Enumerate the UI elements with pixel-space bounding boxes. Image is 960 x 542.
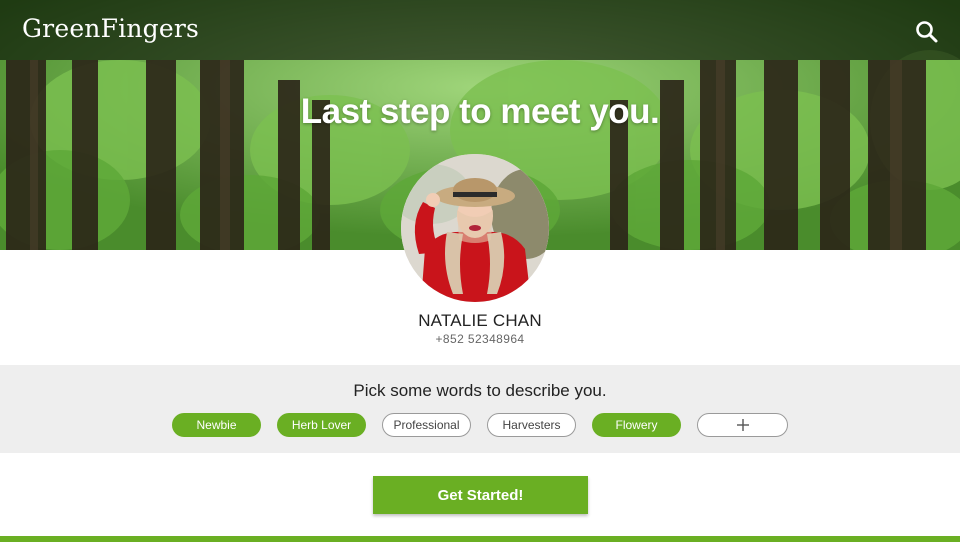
tags-prompt: Pick some words to describe you.: [353, 381, 607, 400]
top-navigation-bar: GreenFingers: [0, 0, 960, 60]
tag-newbie[interactable]: Newbie: [172, 413, 261, 437]
tags-panel: Pick some words to describe you. Newbie …: [0, 365, 960, 453]
plus-icon: [736, 419, 749, 431]
profile-name: NATALIE CHAN: [418, 311, 542, 330]
tag-herb-lover[interactable]: Herb Lover: [277, 413, 366, 437]
tag-flowery[interactable]: Flowery: [592, 413, 681, 437]
add-tag-button[interactable]: [697, 413, 788, 437]
app-logo[interactable]: GreenFingers: [22, 14, 199, 43]
avatar[interactable]: [401, 154, 549, 302]
tags-list: Newbie Herb Lover Professional Harvester…: [172, 413, 792, 439]
search-icon[interactable]: [914, 19, 940, 45]
get-started-button[interactable]: Get Started!: [373, 476, 588, 514]
tag-harvesters[interactable]: Harvesters: [487, 413, 576, 437]
page-title: Last step to meet you.: [300, 92, 660, 131]
tag-professional[interactable]: Professional: [382, 413, 471, 437]
bottom-accent-bar: [0, 536, 960, 542]
profile-phone: +852 52348964: [435, 332, 525, 346]
